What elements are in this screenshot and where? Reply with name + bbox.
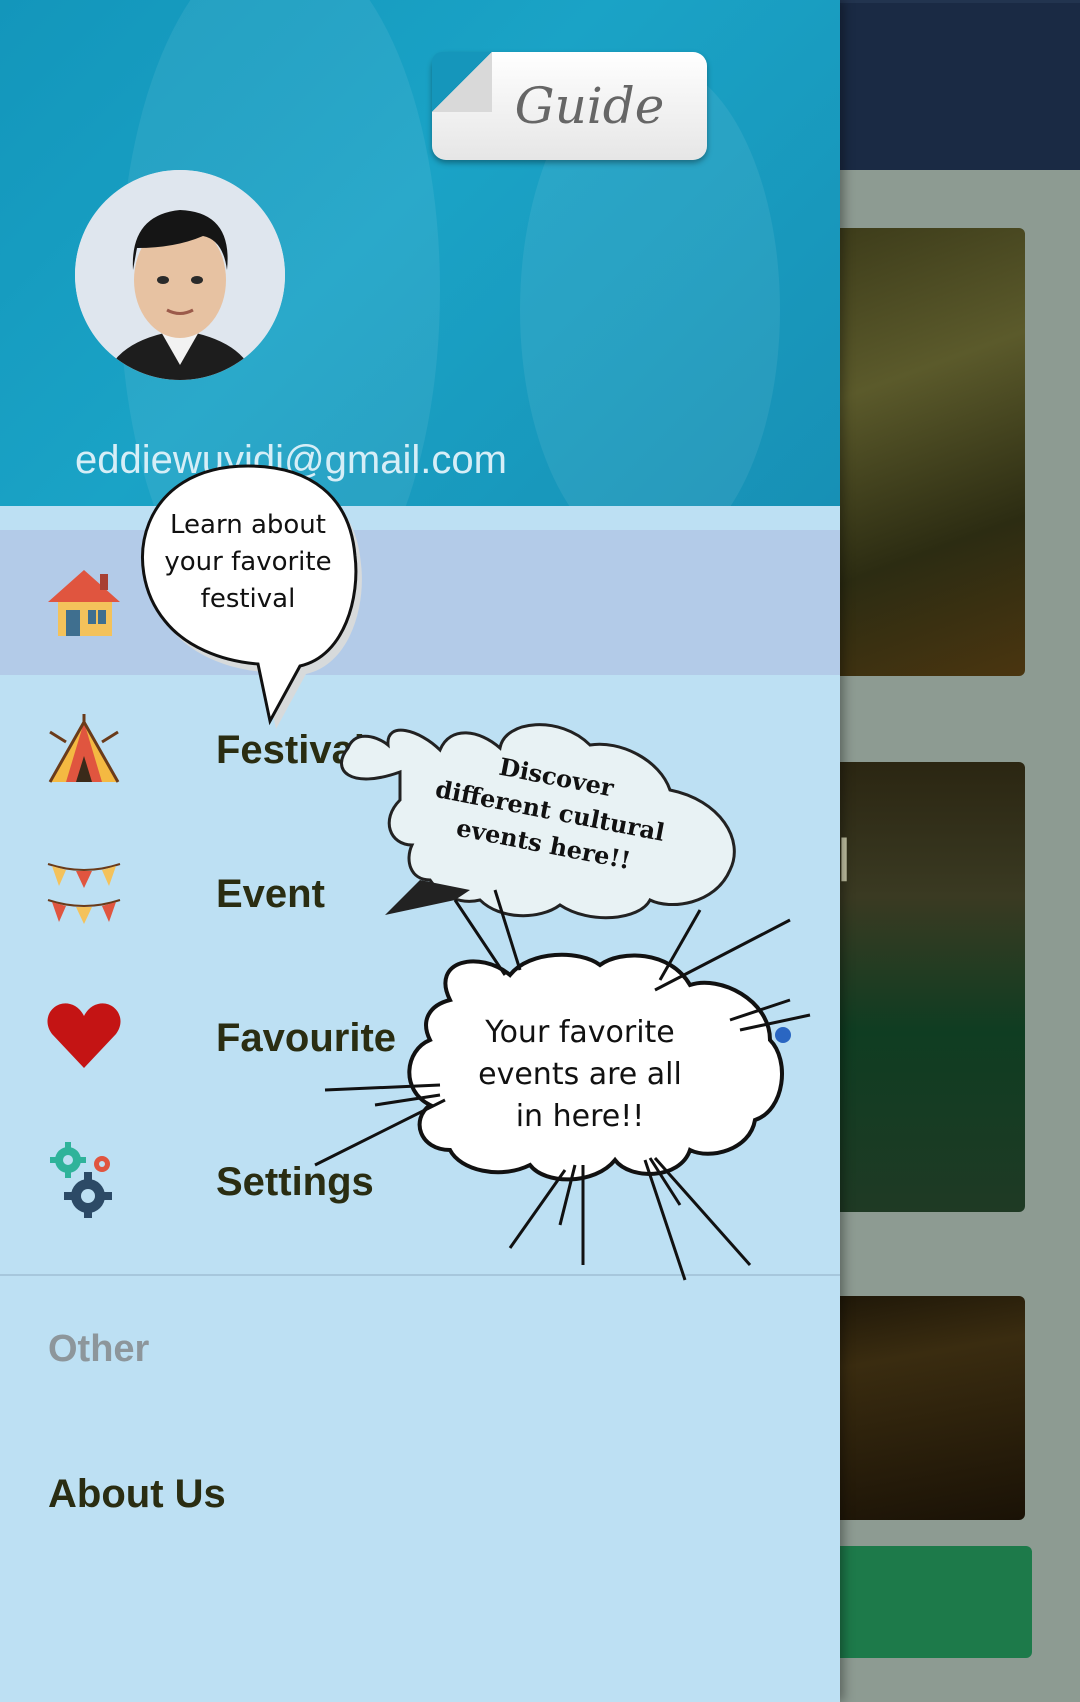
drawer-header: eddiewuyidi@gmail.com (0, 0, 840, 506)
menu-label-settings: Settings (216, 1160, 374, 1204)
drawer-divider (0, 1274, 840, 1276)
menu-item-event[interactable]: Event (0, 824, 840, 964)
avatar[interactable] (75, 170, 285, 380)
menu-item-favourite[interactable]: Favourite (0, 968, 840, 1108)
gears-icon (46, 1142, 122, 1220)
house-icon (46, 564, 122, 640)
favourite-hint-text: Your favorite events are all in here!! (478, 1015, 682, 1134)
heart-icon (46, 998, 122, 1074)
user-email: eddiewuyidi@gmail.com (75, 438, 507, 482)
menu-label-favourite: Favourite (216, 1016, 397, 1060)
bunting-flags-icon (46, 856, 122, 932)
menu-item-settings[interactable]: Settings (0, 1112, 840, 1252)
home-hint-text: Learn about your favorite festival (164, 510, 332, 614)
navigation-drawer: eddiewuyidi@gmail.com Festival Event Fav… (0, 0, 840, 1702)
menu-label-festival: Festival (216, 728, 365, 772)
indicator-dot (775, 1027, 791, 1043)
menu-item-about-us[interactable]: About Us (48, 1472, 226, 1517)
page-curl-icon (432, 52, 492, 112)
menu-item-home[interactable] (0, 532, 840, 672)
section-header-other: Other (48, 1328, 150, 1370)
menu-label-event: Event (216, 872, 325, 916)
menu-item-festival[interactable]: Festival (0, 680, 840, 820)
circus-tent-icon (46, 712, 122, 788)
